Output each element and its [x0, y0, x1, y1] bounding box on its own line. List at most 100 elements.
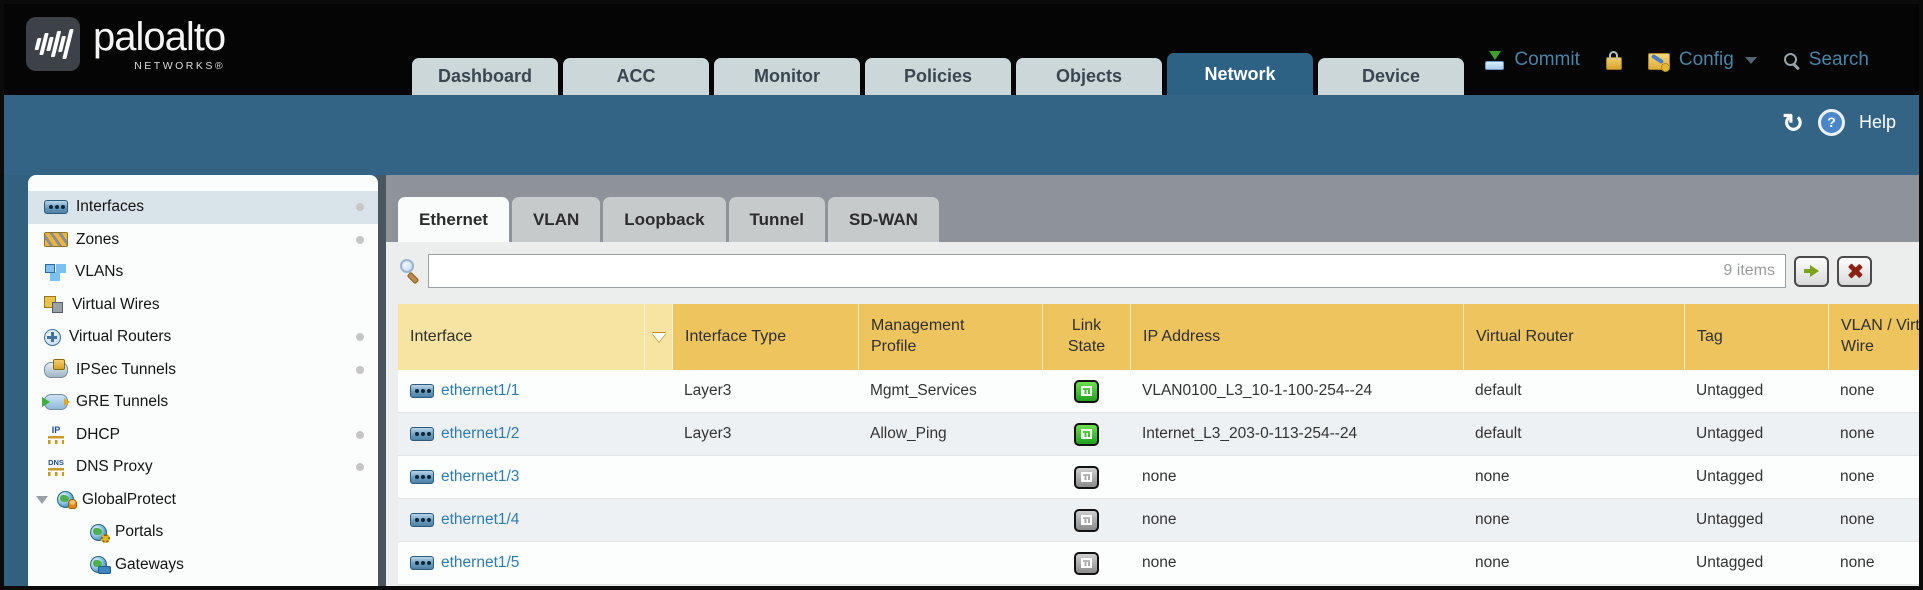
tab-tunnel[interactable]: Tunnel	[729, 197, 825, 242]
tab-device[interactable]: Device	[1318, 58, 1464, 95]
app-window: paloalto NETWORKS® Dashboard ACC Monitor…	[0, 0, 1923, 590]
top-bar: paloalto NETWORKS® Dashboard ACC Monitor…	[4, 4, 1919, 95]
cell-link-state	[1042, 466, 1130, 489]
items-count: 9 items	[1723, 262, 1775, 280]
tab-loopback[interactable]: Loopback	[603, 197, 725, 242]
tab-ethernet[interactable]: Ethernet	[398, 197, 509, 242]
table-header: Interface Interface Type Management Prof…	[398, 304, 1919, 370]
refresh-icon[interactable]: ↻	[1782, 112, 1804, 134]
tab-sdwan[interactable]: SD-WAN	[828, 197, 939, 242]
help-icon[interactable]: ?	[1818, 109, 1845, 136]
sort-dropdown-button[interactable]	[645, 304, 673, 370]
sidebar-item-portals[interactable]: Portals	[28, 516, 378, 549]
tab-vlan[interactable]: VLAN	[512, 197, 600, 242]
sidebar-item-zones[interactable]: Zones	[28, 224, 378, 257]
zones-icon	[44, 232, 68, 247]
config-button[interactable]: Config	[1679, 49, 1734, 71]
dot-indicator	[356, 333, 364, 341]
tab-monitor[interactable]: Monitor	[714, 58, 860, 95]
sidebar-item-label: DNS Proxy	[76, 458, 153, 476]
tab-policies[interactable]: Policies	[865, 58, 1011, 95]
filter-box: 9 items	[428, 254, 1786, 288]
interface-icon	[410, 384, 434, 398]
col-header-management-profile[interactable]: Management Profile	[859, 304, 1043, 370]
table-row: ethernet1/4 none none Untagged none	[398, 499, 1919, 542]
col-header-virtual-router[interactable]: Virtual Router	[1464, 304, 1685, 370]
search-row: 9 items	[386, 242, 1919, 288]
sidebar-item-label: Virtual Wires	[72, 296, 160, 314]
commit-button[interactable]: Commit	[1514, 49, 1579, 71]
sidebar-item-ipsec-tunnels[interactable]: IPSec Tunnels	[28, 354, 378, 387]
expand-caret-icon[interactable]	[36, 496, 48, 504]
sidebar-item-label: VLANs	[75, 263, 123, 281]
sidebar-item-interfaces[interactable]: Interfaces	[28, 191, 378, 224]
col-header-ip-address[interactable]: IP Address	[1131, 304, 1464, 370]
sidebar-item-label: Virtual Routers	[69, 328, 171, 346]
dot-indicator	[356, 366, 364, 374]
commit-icon	[1485, 51, 1505, 70]
col-header-interface[interactable]: Interface	[398, 304, 645, 370]
cell-management-profile: Mgmt_Services	[858, 382, 1042, 400]
cell-ip-address: none	[1130, 554, 1463, 572]
chevron-down-icon[interactable]	[1745, 57, 1757, 64]
tab-objects[interactable]: Objects	[1016, 58, 1162, 95]
band-right-tools: ↻ ? Help	[1782, 109, 1896, 136]
interface-link[interactable]: ethernet1/2	[410, 425, 672, 443]
cell-ip-address: none	[1130, 511, 1463, 529]
sidebar-item-virtual-wires[interactable]: Virtual Wires	[28, 289, 378, 322]
apply-filter-button[interactable]	[1794, 256, 1829, 287]
search-button[interactable]: Search	[1809, 49, 1869, 71]
tab-dashboard[interactable]: Dashboard	[412, 58, 558, 95]
magnifier-icon	[398, 258, 422, 284]
cell-virtual-router: default	[1463, 425, 1684, 443]
cell-link-state	[1042, 423, 1130, 446]
interface-type-tabs: Ethernet VLAN Loopback Tunnel SD-WAN	[398, 197, 939, 242]
sidebar-item-dhcp[interactable]: DHCP	[28, 419, 378, 452]
ipsec-tunnels-icon	[44, 362, 68, 378]
col-header-tag[interactable]: Tag	[1685, 304, 1829, 370]
interface-link[interactable]: ethernet1/4	[410, 511, 672, 529]
interface-link[interactable]: ethernet1/1	[410, 382, 672, 400]
dot-indicator	[356, 463, 364, 471]
table-row: ethernet1/2 Layer3 Allow_Ping Internet_L…	[398, 413, 1919, 456]
sidebar-item-gateways[interactable]: Gateways	[28, 549, 378, 582]
col-header-interface-type[interactable]: Interface Type	[673, 304, 859, 370]
interface-icon	[410, 470, 434, 484]
col-header-link-state[interactable]: Link State	[1043, 304, 1131, 370]
tab-network[interactable]: Network	[1167, 53, 1313, 95]
cell-virtual-router: default	[1463, 382, 1684, 400]
table-row: ethernet1/3 none none Untagged none	[398, 456, 1919, 499]
dot-indicator	[356, 431, 364, 439]
interface-link[interactable]: ethernet1/3	[410, 468, 672, 486]
interfaces-icon	[44, 200, 68, 214]
portals-icon	[90, 524, 107, 541]
sidebar-item-partial[interactable]	[28, 581, 378, 586]
lock-icon[interactable]	[1606, 57, 1622, 70]
tab-acc[interactable]: ACC	[563, 58, 709, 95]
col-header-vlan-wire[interactable]: VLAN / VirtualWire	[1829, 304, 1919, 370]
sidebar-item-vlans[interactable]: VLANs	[28, 256, 378, 289]
paloalto-logo-icon	[26, 17, 80, 71]
sidebar-item-globalprotect[interactable]: GlobalProtect	[28, 484, 378, 517]
virtual-wires-icon	[44, 296, 64, 313]
clear-filter-button[interactable]	[1837, 256, 1872, 287]
sidebar-item-label: Interfaces	[76, 198, 144, 216]
cell-ip-address: none	[1130, 468, 1463, 486]
sidebar-item-label: Gateways	[115, 556, 184, 574]
green-arrow-icon	[1804, 265, 1819, 277]
sidebar-item-label: IPSec Tunnels	[76, 361, 176, 379]
sidebar-item-virtual-routers[interactable]: Virtual Routers	[28, 321, 378, 354]
sidebar-item-gre-tunnels[interactable]: GRE Tunnels	[28, 386, 378, 419]
brand-name: paloalto	[93, 17, 225, 57]
main-area: Interfaces Zones VLANs Virtual Wires	[4, 175, 1919, 586]
globalprotect-icon	[57, 491, 74, 508]
brand-wordmark: paloalto NETWORKS®	[93, 17, 225, 72]
help-link[interactable]: Help	[1859, 112, 1896, 133]
interface-icon	[410, 513, 434, 527]
filter-input[interactable]	[439, 261, 1723, 281]
interface-link[interactable]: ethernet1/5	[410, 554, 672, 572]
cell-virtual-router: none	[1463, 511, 1684, 529]
content-area: Ethernet VLAN Loopback Tunnel SD-WAN 9 i…	[386, 175, 1919, 586]
sidebar-splitter[interactable]	[378, 175, 386, 586]
sidebar-item-dns-proxy[interactable]: DNS Proxy	[28, 451, 378, 484]
